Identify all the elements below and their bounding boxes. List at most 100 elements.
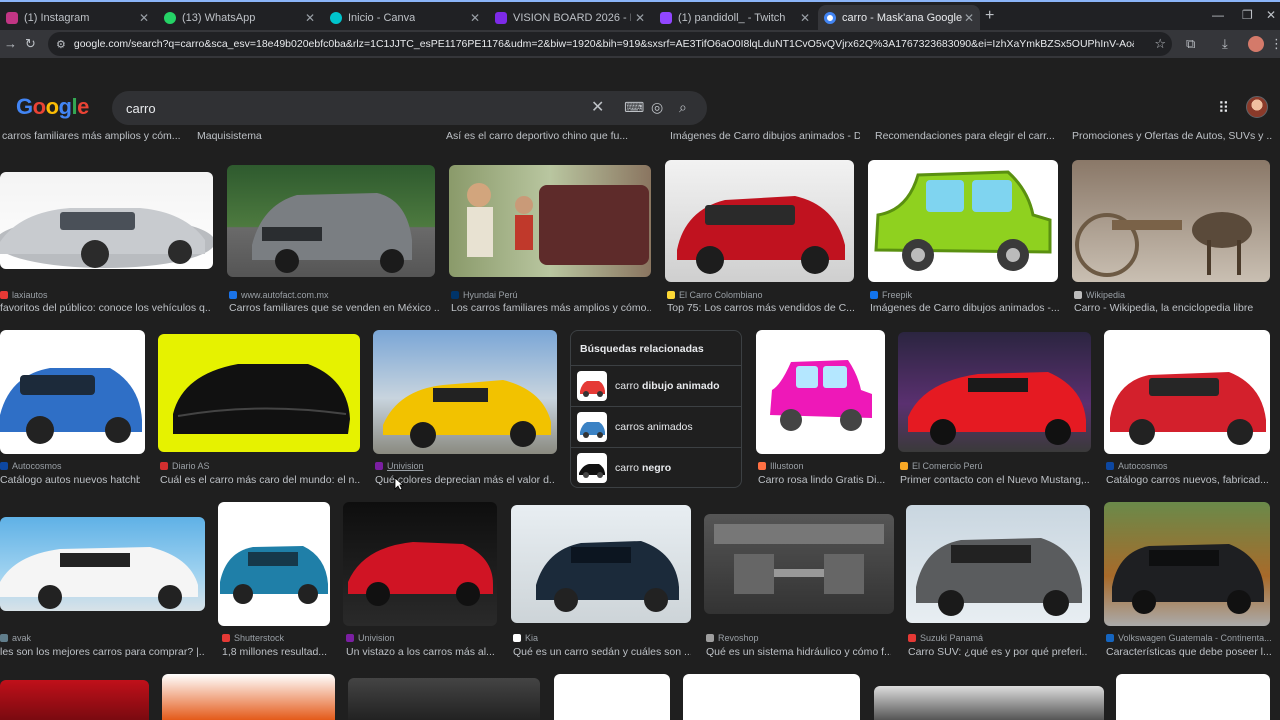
google-logo[interactable]: Google (16, 94, 89, 120)
result-thumbnail[interactable] (683, 674, 860, 720)
result-source: Illustoon (758, 461, 883, 471)
result-source: laxiautos (0, 290, 210, 300)
tune-icon[interactable]: ⚙ (56, 38, 66, 51)
result-thumbnail[interactable] (756, 330, 885, 454)
result-source: Diario AS (160, 461, 360, 471)
logo-letter: e (77, 94, 89, 119)
result-caption[interactable]: carros familiares más amplios y cóm... (2, 130, 182, 142)
result-source: Suzuki Panamá (908, 633, 1088, 643)
result-thumbnail[interactable] (1104, 330, 1270, 454)
result-thumbnail[interactable] (1116, 674, 1270, 720)
result-thumbnail[interactable] (554, 674, 670, 720)
result-caption: Carro - Wikipedia, la enciclopedia libre (1074, 302, 1254, 314)
result-thumbnail[interactable] (0, 330, 145, 454)
tab-instagram[interactable]: (1) Instagram ✕ (0, 5, 155, 31)
related-label-bold: negro (641, 461, 672, 474)
tab-whatsapp[interactable]: (13) WhatsApp ✕ (158, 5, 321, 31)
source-name: laxiautos (12, 290, 48, 300)
minimize-icon[interactable]: — (1212, 8, 1224, 22)
logo-letter: o (32, 94, 46, 119)
close-icon[interactable]: ✕ (635, 11, 645, 25)
result-thumbnail[interactable] (343, 502, 497, 626)
result-caption[interactable]: Recomendaciones para elegir el carr... (875, 130, 1060, 142)
result-caption[interactable]: Promociones y Ofertas de Autos, SUVs y .… (1072, 130, 1272, 142)
close-icon[interactable]: ✕ (964, 11, 974, 25)
source-name: Shutterstock (234, 633, 285, 643)
source-name: Univision (387, 461, 424, 471)
result-thumbnail[interactable] (874, 686, 1104, 720)
url-text: google.com/search?q=carro&sca_esv=18e49b… (73, 38, 1134, 50)
profile-avatar[interactable] (1248, 36, 1264, 52)
source-name: El Comercio Perú (912, 461, 983, 471)
close-icon[interactable]: ✕ (470, 11, 480, 25)
result-thumbnail[interactable] (665, 160, 854, 282)
close-icon[interactable]: ✕ (800, 11, 810, 25)
result-thumbnail[interactable] (218, 502, 330, 626)
lens-icon[interactable]: ◎ (651, 99, 663, 116)
tab-canva[interactable]: Inicio - Canva ✕ (324, 5, 486, 31)
result-caption[interactable]: Así es el carro deportivo chino que fu..… (446, 130, 646, 142)
source-name: www.autofact.com.mx (241, 290, 329, 300)
new-tab-plus-icon[interactable]: + (985, 7, 994, 25)
site-favicon-icon (900, 462, 908, 470)
result-thumbnail[interactable] (898, 332, 1091, 452)
result-thumbnail[interactable] (373, 330, 557, 454)
result-thumbnail[interactable] (449, 165, 651, 277)
result-caption: Catálogo autos nuevos hatchbac... (0, 474, 140, 486)
result-thumbnail[interactable] (1104, 502, 1270, 626)
site-favicon-icon (1106, 462, 1114, 470)
result-thumbnail[interactable] (704, 514, 894, 614)
related-search-item[interactable]: carro negro (571, 447, 741, 487)
related-searches-panel: Búsquedas relacionadas carro dibujo anima… (570, 330, 742, 488)
tab-vision-board[interactable]: VISION BOARD 2026 - Presentation ✕ (489, 5, 651, 31)
related-search-item[interactable]: carro dibujo animado (571, 365, 741, 405)
source-name: Suzuki Panamá (920, 633, 984, 643)
result-thumbnail[interactable] (0, 680, 149, 720)
reload-icon[interactable]: ↻ (25, 36, 36, 52)
close-icon[interactable]: ✕ (305, 11, 315, 25)
result-thumbnail[interactable] (158, 334, 360, 452)
tab-twitch[interactable]: (1) pandidoll_ - Twitch ✕ (654, 5, 816, 31)
download-icon[interactable]: ⤓ (1222, 36, 1228, 52)
source-name: Autocosmos (12, 461, 62, 471)
search-icon[interactable]: ⌕ (679, 99, 687, 116)
result-thumbnail[interactable] (348, 678, 540, 720)
result-thumbnail[interactable] (227, 165, 435, 277)
source-name: avak (12, 633, 32, 643)
result-thumbnail[interactable] (162, 674, 335, 720)
site-favicon-icon (908, 634, 916, 642)
restore-icon[interactable]: ❐ (1242, 8, 1253, 22)
result-caption: Características que debe poseer l... (1106, 646, 1271, 658)
avatar[interactable] (1246, 96, 1268, 118)
search-input[interactable]: carro ✕ ⌨ ◎ ⌕ (112, 91, 707, 125)
back-icon[interactable]: → (4, 36, 17, 51)
result-caption[interactable]: Maquisistema (197, 130, 397, 142)
close-window-icon[interactable]: ✕ (1266, 8, 1276, 22)
address-bar[interactable]: ⚙ google.com/search?q=carro&sca_esv=18e4… (48, 32, 1172, 56)
tab-google-carro[interactable]: carro - Mask'ana Google ✕ (818, 5, 980, 31)
menu-icon[interactable]: ⋮ (1270, 36, 1280, 52)
result-thumbnail[interactable] (906, 505, 1090, 623)
result-thumbnail[interactable] (1072, 160, 1270, 282)
source-name: Hyundai Perú (463, 290, 518, 300)
result-caption: Qué es un sistema hidráulico y cómo f... (706, 646, 891, 658)
tab-strip: (1) Instagram ✕ (13) WhatsApp ✕ Inicio -… (0, 0, 1280, 31)
extensions-icon[interactable]: ⧉ (1186, 36, 1195, 52)
site-favicon-icon (758, 462, 766, 470)
result-thumbnail[interactable] (0, 172, 213, 269)
related-thumbnail (577, 452, 607, 483)
close-icon[interactable]: ✕ (139, 11, 149, 25)
result-source: Kia (513, 633, 688, 643)
result-thumbnail[interactable] (0, 517, 205, 611)
star-icon[interactable]: ☆ (1154, 36, 1166, 52)
result-thumbnail[interactable] (511, 505, 691, 623)
related-search-item[interactable]: carros animados (571, 406, 741, 446)
clear-icon[interactable]: ✕ (591, 97, 604, 117)
result-caption: Qué es un carro sedán y cuáles son ... (513, 646, 691, 658)
result-caption: favoritos del público: conoce los vehícu… (0, 302, 210, 314)
apps-grid-icon[interactable]: ⠿ (1218, 99, 1229, 117)
keyboard-icon[interactable]: ⌨ (624, 99, 644, 116)
tab-title: VISION BOARD 2026 - Presentation (513, 12, 631, 24)
result-thumbnail[interactable] (868, 160, 1058, 282)
result-caption[interactable]: Imágenes de Carro dibujos animados - Des… (670, 130, 860, 142)
